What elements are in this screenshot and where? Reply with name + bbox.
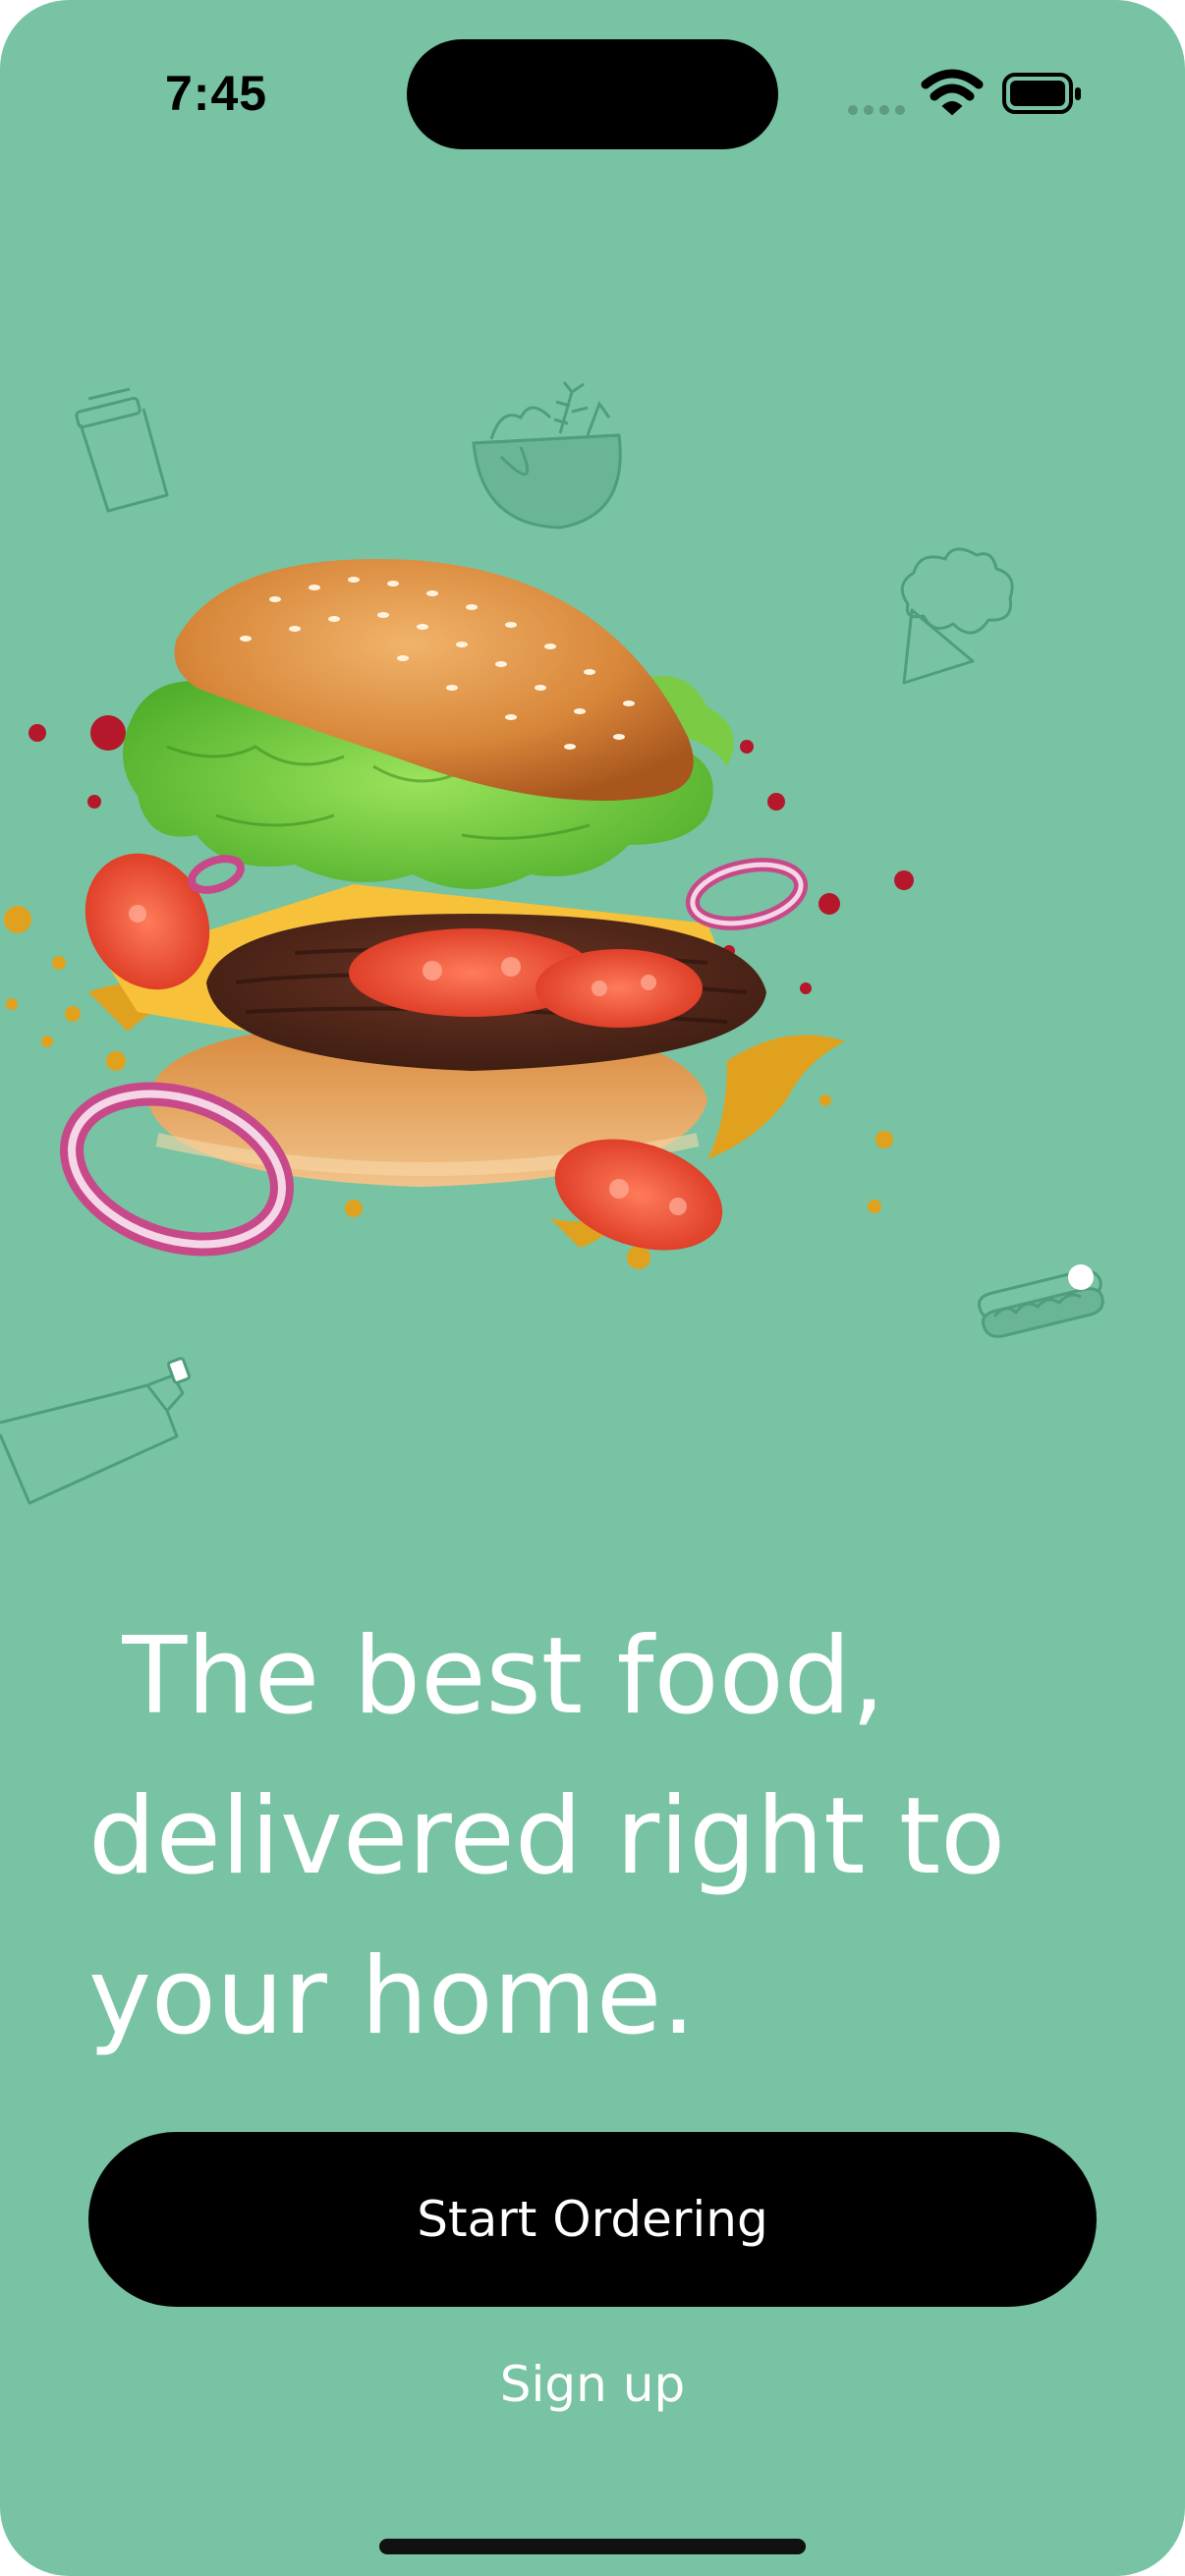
salad-bowl-icon [472, 381, 622, 530]
start-ordering-button[interactable]: Start Ordering [88, 2132, 1097, 2307]
headline: The best food, delivered right to your h… [88, 1596, 1120, 2077]
wifi-icon [921, 69, 984, 116]
dynamic-island [407, 39, 778, 149]
sign-up-link[interactable]: Sign up [0, 2356, 1185, 2413]
home-indicator[interactable] [379, 2539, 806, 2554]
coffee-cup-icon [75, 387, 169, 513]
headline-line: delivered right to [88, 1775, 1006, 1898]
headline-line: The best food, [88, 1615, 885, 1738]
hotdog-icon [978, 1264, 1104, 1338]
bottle-icon [0, 1357, 191, 1505]
battery-icon [1002, 73, 1081, 114]
signal-icon [848, 105, 905, 115]
headline-line: your home. [88, 1935, 696, 2058]
burger-illustration [4, 559, 914, 1269]
status-time: 7:45 [165, 66, 268, 121]
status-icons [847, 69, 1083, 118]
phone-screen: 7:45 The best food, delivered right to y… [0, 0, 1185, 2576]
